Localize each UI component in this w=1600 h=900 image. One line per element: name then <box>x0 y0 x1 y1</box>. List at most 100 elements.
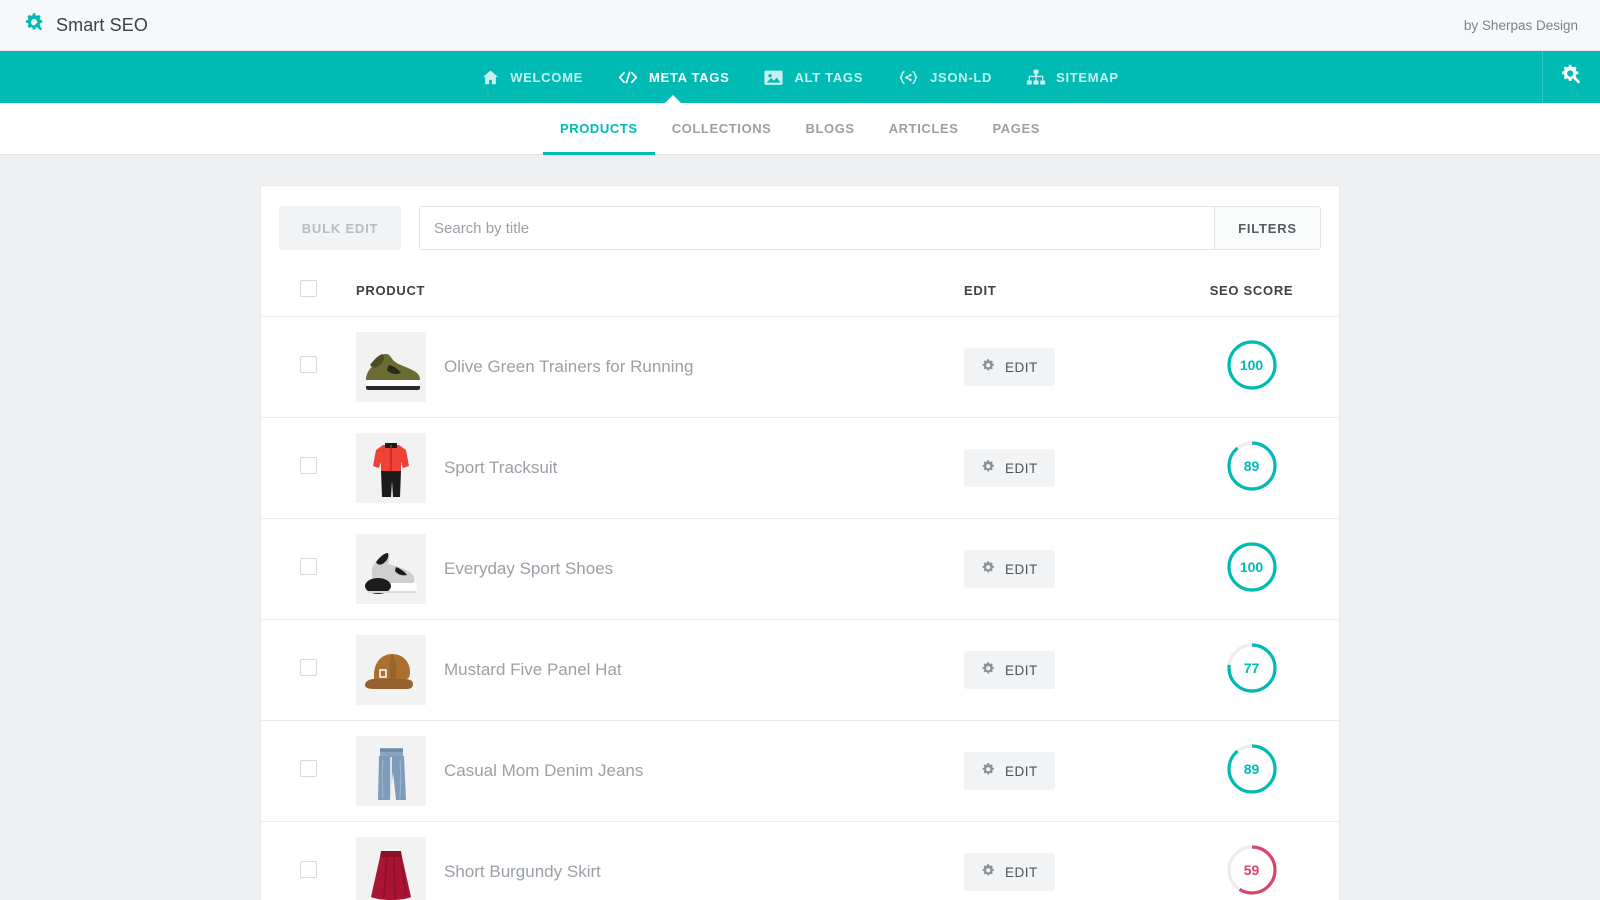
edit-button-label: EDIT <box>1005 562 1038 577</box>
tab-label: ARTICLES <box>889 121 959 136</box>
edit-cell: EDIT <box>964 620 1164 721</box>
product-title: Sport Tracksuit <box>444 458 557 478</box>
sub-navigation: PRODUCTS COLLECTIONS BLOGS ARTICLES PAGE… <box>0 103 1600 155</box>
edit-cell: EDIT <box>964 519 1164 620</box>
topbar: Smart SEO by Sherpas Design <box>0 0 1600 51</box>
settings-gear-wrench-icon <box>1560 63 1584 92</box>
tab-label: COLLECTIONS <box>672 121 772 136</box>
row-checkbox[interactable] <box>300 861 317 878</box>
gear-icon <box>981 762 996 780</box>
seo-score-cell: 89 <box>1164 418 1339 519</box>
seo-score-value: 100 <box>1226 541 1278 593</box>
json-ld-icon <box>897 68 920 87</box>
table-row[interactable]: Everyday Sport Shoes EDIT 100 <box>261 519 1339 620</box>
gear-icon <box>981 560 996 578</box>
nav-item-meta-tags[interactable]: META TAGS <box>617 51 729 103</box>
select-all-checkbox[interactable] <box>300 280 317 297</box>
gear-icon <box>981 661 996 679</box>
code-icon <box>617 68 639 87</box>
gear-icon <box>981 459 996 477</box>
edit-button[interactable]: EDIT <box>964 651 1055 689</box>
edit-button[interactable]: EDIT <box>964 348 1055 386</box>
burgundy-skirt-thumb <box>356 837 426 900</box>
nav-item-sitemap[interactable]: SITEMAP <box>1026 51 1119 103</box>
edit-button-label: EDIT <box>1005 865 1038 880</box>
tab-articles[interactable]: ARTICLES <box>872 103 976 155</box>
filters-button[interactable]: FILTERS <box>1214 207 1320 249</box>
seo-score-header: SEO SCORE <box>1164 266 1339 317</box>
product-cell: Sport Tracksuit <box>356 418 964 519</box>
home-icon <box>481 68 500 87</box>
nav-item-welcome[interactable]: WELCOME <box>481 51 583 103</box>
settings-button[interactable] <box>1542 51 1600 103</box>
gear-search-icon <box>22 11 45 39</box>
seo-score-cell: 100 <box>1164 519 1339 620</box>
edit-button-label: EDIT <box>1005 764 1038 779</box>
seo-score-cell: 77 <box>1164 620 1339 721</box>
select-all-header <box>261 266 356 317</box>
brand: Smart SEO <box>22 11 148 39</box>
seo-score-value: 59 <box>1226 844 1278 896</box>
product-title: Everyday Sport Shoes <box>444 559 613 579</box>
tab-pages[interactable]: PAGES <box>976 103 1058 155</box>
app-title: Smart SEO <box>56 15 148 36</box>
tab-label: PAGES <box>993 121 1041 136</box>
products-card: BULK EDIT FILTERS PRODUCT EDIT SEO SCORE <box>260 185 1340 900</box>
seo-score-ring: 77 <box>1226 642 1278 694</box>
edit-cell: EDIT <box>964 822 1164 900</box>
product-cell: Mustard Five Panel Hat <box>356 620 964 721</box>
table-row[interactable]: Sport Tracksuit EDIT 89 <box>261 418 1339 519</box>
edit-button-label: EDIT <box>1005 461 1038 476</box>
row-select-cell <box>261 721 356 822</box>
edit-button-label: EDIT <box>1005 360 1038 375</box>
edit-cell: EDIT <box>964 418 1164 519</box>
nav-label: JSON-LD <box>930 70 992 85</box>
edit-button[interactable]: EDIT <box>964 752 1055 790</box>
nav-item-alt-tags[interactable]: ALT TAGS <box>763 51 863 103</box>
seo-score-ring: 89 <box>1226 440 1278 492</box>
tab-products[interactable]: PRODUCTS <box>543 103 655 155</box>
row-checkbox[interactable] <box>300 457 317 474</box>
row-checkbox[interactable] <box>300 558 317 575</box>
seo-score-value: 89 <box>1226 440 1278 492</box>
row-select-cell <box>261 822 356 900</box>
product-header: PRODUCT <box>356 266 964 317</box>
seo-score-cell: 59 <box>1164 822 1339 900</box>
row-checkbox[interactable] <box>300 659 317 676</box>
edit-button[interactable]: EDIT <box>964 449 1055 487</box>
seo-score-ring: 100 <box>1226 339 1278 391</box>
seo-score-cell: 100 <box>1164 317 1339 418</box>
edit-button[interactable]: EDIT <box>964 853 1055 891</box>
seo-score-ring: 89 <box>1226 743 1278 795</box>
gear-icon <box>981 358 996 376</box>
search-input[interactable] <box>420 207 1214 249</box>
table-row[interactable]: Short Burgundy Skirt EDIT 59 <box>261 822 1339 900</box>
edit-cell: EDIT <box>964 721 1164 822</box>
product-cell: Olive Green Trainers for Running <box>356 317 964 418</box>
product-cell: Casual Mom Denim Jeans <box>356 721 964 822</box>
grey-sneaker-thumb <box>356 534 426 604</box>
row-checkbox[interactable] <box>300 356 317 373</box>
tab-collections[interactable]: COLLECTIONS <box>655 103 789 155</box>
row-checkbox[interactable] <box>300 760 317 777</box>
seo-score-value: 100 <box>1226 339 1278 391</box>
nav-label: META TAGS <box>649 70 729 85</box>
seo-score-cell: 89 <box>1164 721 1339 822</box>
tab-label: BLOGS <box>805 121 854 136</box>
row-select-cell <box>261 317 356 418</box>
tab-blogs[interactable]: BLOGS <box>788 103 871 155</box>
table-row[interactable]: Olive Green Trainers for Running EDIT 10… <box>261 317 1339 418</box>
denim-jeans-thumb <box>356 736 426 806</box>
seo-score-ring: 59 <box>1226 844 1278 896</box>
nav-label: ALT TAGS <box>794 70 863 85</box>
table-row[interactable]: Mustard Five Panel Hat EDIT 77 <box>261 620 1339 721</box>
gear-icon <box>981 863 996 881</box>
bulk-edit-button[interactable]: BULK EDIT <box>279 206 401 250</box>
edit-button[interactable]: EDIT <box>964 550 1055 588</box>
seo-score-value: 77 <box>1226 642 1278 694</box>
table-row[interactable]: Casual Mom Denim Jeans EDIT 89 <box>261 721 1339 822</box>
product-title: Casual Mom Denim Jeans <box>444 761 643 781</box>
nav-item-json-ld[interactable]: JSON-LD <box>897 51 992 103</box>
row-select-cell <box>261 620 356 721</box>
products-table-body: Olive Green Trainers for Running EDIT 10… <box>261 317 1339 900</box>
